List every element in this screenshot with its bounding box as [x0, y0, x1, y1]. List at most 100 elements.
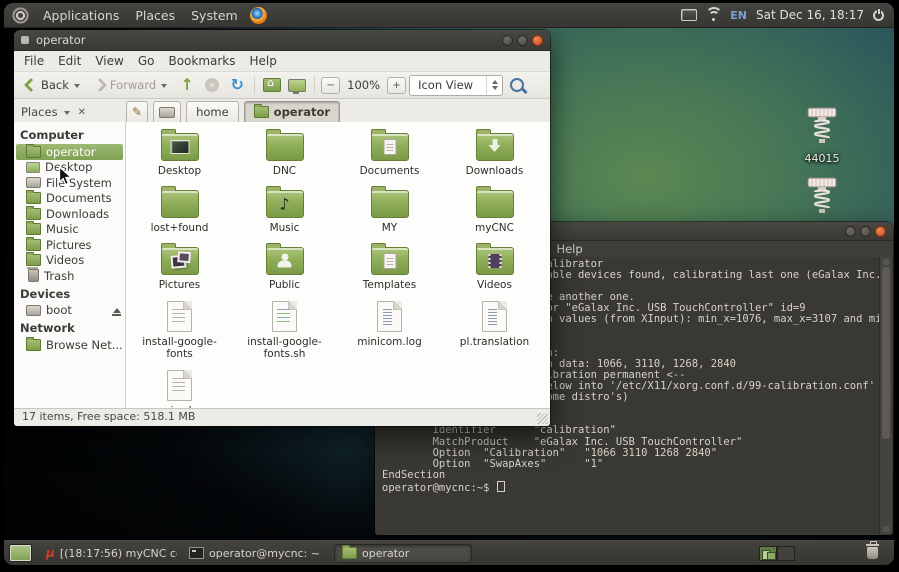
zoom-out-button[interactable]: −: [321, 77, 340, 94]
taskbar: μ[(18:17:56) myCNC con...operator@mycnc:…: [4, 540, 894, 565]
show-desktop-button[interactable]: [9, 544, 32, 562]
workspace-2[interactable]: [777, 546, 795, 561]
file-item-install-google-fonts[interactable]: install-google-fonts: [127, 298, 232, 367]
stop-button[interactable]: ✕: [201, 74, 223, 96]
file-item-mycnc[interactable]: myCNC: [442, 184, 547, 241]
wifi-icon[interactable]: [706, 10, 721, 21]
panel-menu-applications[interactable]: Applications: [35, 3, 127, 27]
file-item-documents[interactable]: Documents: [337, 127, 442, 184]
forward-dropdown-icon[interactable]: [161, 84, 167, 91]
root-drive-button[interactable]: [153, 101, 181, 124]
edit-location-button[interactable]: ✎: [126, 101, 148, 124]
file-item-templates[interactable]: Templates: [337, 241, 442, 298]
sidebar-item-documents[interactable]: Documents: [14, 191, 125, 207]
file-item-desktop[interactable]: Desktop: [127, 127, 232, 184]
terminal-minimize-button[interactable]: [845, 226, 856, 237]
eject-icon[interactable]: [112, 304, 121, 316]
fm-minimize-button[interactable]: [502, 35, 513, 46]
file-icon: [167, 301, 192, 332]
sidebar-item-desktop[interactable]: Desktop: [14, 160, 125, 176]
workspace-1[interactable]: [759, 546, 777, 561]
sidebar-item-trash[interactable]: Trash: [14, 268, 125, 284]
sidebar-item-downloads[interactable]: Downloads: [14, 206, 125, 222]
fm-close-button[interactable]: [532, 35, 543, 46]
sidebar-item-music[interactable]: Music: [14, 222, 125, 238]
sidebar-item-pictures[interactable]: Pictures: [14, 237, 125, 253]
display-indicator-icon[interactable]: [681, 9, 697, 21]
sidebar-item-browse-net[interactable]: Browse Net...: [14, 337, 125, 353]
fm-menu-edit[interactable]: Edit: [51, 54, 88, 68]
fm-maximize-button[interactable]: [517, 35, 528, 46]
sidebar-item-label: File System: [46, 176, 112, 190]
videos-folder-icon: [476, 247, 514, 275]
back-dropdown-icon[interactable]: [74, 84, 80, 91]
taskbar-button-operator[interactable]: operator: [334, 544, 472, 563]
file-item-lost-found[interactable]: lost+found: [127, 184, 232, 241]
combo-spinner[interactable]: [486, 76, 502, 95]
keyboard-layout-indicator[interactable]: EN: [730, 9, 747, 22]
path-button-home[interactable]: home: [186, 101, 239, 124]
fm-menu-go[interactable]: Go: [131, 54, 162, 68]
view-mode-select[interactable]: Icon View: [409, 75, 503, 96]
fm-menu-bookmarks[interactable]: Bookmarks: [161, 54, 242, 68]
panel-menu-system[interactable]: System: [183, 3, 246, 27]
places-selector[interactable]: Places ✕: [14, 105, 126, 119]
sidebar-item-videos[interactable]: Videos: [14, 253, 125, 269]
file-item-pictures[interactable]: Pictures: [127, 241, 232, 298]
desktop-icon-44015[interactable]: 44015: [786, 106, 858, 165]
file-item-label: Videos: [477, 279, 512, 291]
file-item-my[interactable]: MY: [337, 184, 442, 241]
fm-menu-file[interactable]: File: [17, 54, 51, 68]
terminal-maximize-button[interactable]: [860, 226, 871, 237]
fm-menu-help[interactable]: Help: [243, 54, 284, 68]
terminal-menu-help[interactable]: Help: [549, 242, 589, 256]
terminal-scrollbar[interactable]: [879, 257, 892, 534]
scroll-down-arrow[interactable]: [883, 526, 889, 532]
sidebar-item-boot[interactable]: boot: [14, 303, 125, 319]
sidebar-item-file-system[interactable]: File System: [14, 175, 125, 191]
close-sidebar-icon[interactable]: ✕: [78, 107, 86, 118]
scroll-up-arrow[interactable]: [883, 259, 889, 265]
file-item-downloads[interactable]: Downloads: [442, 127, 547, 184]
zoom-in-button[interactable]: +: [387, 77, 406, 94]
file-item-dnc[interactable]: DNC: [232, 127, 337, 184]
distro-logo-icon[interactable]: [12, 7, 29, 24]
refresh-button[interactable]: ↻: [226, 74, 248, 96]
terminal-close-button[interactable]: [875, 226, 886, 237]
file-item-music[interactable]: Music: [232, 184, 337, 241]
file-icon: [377, 301, 402, 332]
up-button[interactable]: ↑: [176, 74, 198, 96]
sidebar-item-label: Desktop: [45, 160, 92, 174]
file-item-public[interactable]: Public: [232, 241, 337, 298]
file-item-minicom-log[interactable]: minicom.log: [337, 298, 442, 367]
folder-icon: [26, 192, 41, 204]
back-button[interactable]: Back: [20, 74, 86, 96]
file-item-icon-area: [272, 301, 297, 332]
sidebar-item-operator[interactable]: operator: [16, 144, 123, 160]
path-button-operator[interactable]: operator: [244, 101, 340, 124]
file-item-videos[interactable]: Videos: [442, 241, 547, 298]
fm-titlebar[interactable]: operator: [14, 30, 550, 51]
templates-folder-icon: [371, 247, 409, 275]
taskbar-button-operator-mycnc[interactable]: operator@mycnc: ~: [181, 544, 331, 563]
file-item-pl-translation[interactable]: pl.translation: [442, 298, 547, 367]
trash-icon[interactable]: [867, 547, 878, 559]
taskbar-button-18-17-56-mycnc-con[interactable]: μ[(18:17:56) myCNC con...: [38, 544, 178, 563]
folder-emblem: [279, 195, 289, 214]
file-item-label: Templates: [363, 279, 416, 291]
power-icon[interactable]: [873, 10, 884, 21]
clock[interactable]: Sat Dec 16, 18:17: [756, 8, 864, 22]
file-item-install-google-fonts-sh[interactable]: install-google-fonts.sh: [232, 298, 337, 367]
places-dropdown-icon[interactable]: [64, 111, 70, 118]
forward-button[interactable]: Forward: [89, 74, 173, 96]
firefox-icon[interactable]: [250, 7, 267, 24]
panel-menu-places[interactable]: Places: [127, 3, 183, 27]
search-button[interactable]: [506, 74, 528, 96]
file-manager-window[interactable]: operator FileEditViewGoBookmarksHelp Bac…: [14, 30, 550, 426]
file-item-icon-area: [482, 301, 507, 332]
fm-menu-view[interactable]: View: [88, 54, 130, 68]
computer-button[interactable]: [286, 74, 308, 96]
sidebar-item-label: Documents: [46, 191, 112, 205]
home-button[interactable]: [261, 74, 283, 96]
scrollbar-thumb[interactable]: [882, 267, 890, 439]
